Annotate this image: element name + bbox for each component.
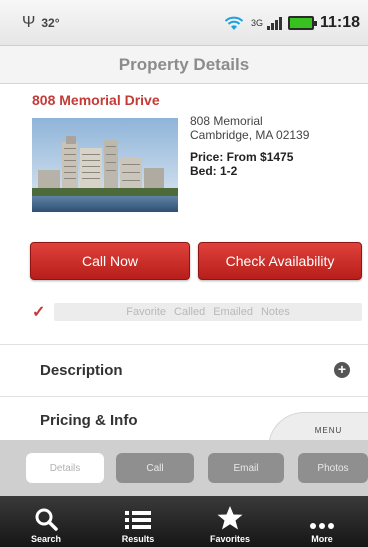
tab-email[interactable]: Email <box>208 453 284 483</box>
star-icon <box>217 506 243 530</box>
tag-emailed[interactable]: Emailed <box>213 306 253 318</box>
nav-label: More <box>311 534 333 544</box>
quick-action-bar: Details Call Email Photos <box>0 440 368 496</box>
battery-icon <box>287 15 317 30</box>
property-info: 808 Memorial Cambridge, MA 02139 Price: … <box>190 114 360 178</box>
tag-notes[interactable]: Notes <box>261 306 290 318</box>
bottom-navigation: Search Results Favorites More <box>0 496 368 547</box>
call-now-button[interactable]: Call Now <box>30 242 190 280</box>
nav-label: Search <box>30 534 62 544</box>
wifi-icon <box>224 16 244 30</box>
section-description[interactable]: Description + <box>0 346 368 394</box>
bed-label: Bed: 1-2 <box>190 164 238 178</box>
clock: 11:18 <box>319 13 360 31</box>
price-label: Price: From $1475 <box>190 150 294 164</box>
expand-plus-icon[interactable]: + <box>334 362 350 378</box>
nav-more[interactable]: More <box>276 496 368 547</box>
checkmark-icon[interactable]: ✓ <box>32 302 54 322</box>
signal-strength-icon <box>266 16 282 30</box>
usb-icon: Ψ <box>22 13 36 31</box>
building-photo-image <box>32 118 178 212</box>
list-icon <box>125 511 151 529</box>
status-tag-row: ✓ Favorite Called Emailed Notes <box>32 302 362 322</box>
tag-called[interactable]: Called <box>174 306 205 318</box>
nav-favorites[interactable]: Favorites <box>184 496 276 547</box>
nav-search[interactable]: Search <box>0 496 92 547</box>
nav-label: Results <box>121 534 155 544</box>
temperature-label: 32° <box>41 15 60 30</box>
property-name[interactable]: 808 Memorial Drive <box>32 92 160 108</box>
more-icon <box>310 523 334 529</box>
page-title: Property Details <box>118 54 250 74</box>
status-bar: Ψ 32° 3G 11:18 <box>0 0 368 46</box>
section-label: Pricing & Info <box>40 411 138 429</box>
nav-results[interactable]: Results <box>92 496 184 547</box>
tab-details[interactable]: Details <box>26 453 104 483</box>
network-type-label: 3G <box>250 17 263 28</box>
tab-call[interactable]: Call <box>116 453 194 483</box>
property-photo[interactable] <box>32 118 178 212</box>
menu-label: MENU <box>314 426 343 435</box>
tab-photos[interactable]: Photos <box>298 453 368 483</box>
address-line-1: 808 Memorial <box>190 114 263 128</box>
section-label: Description <box>40 361 123 379</box>
address-line-2: Cambridge, MA 02139 <box>190 128 310 142</box>
divider <box>0 344 368 345</box>
tag-strip: Favorite Called Emailed Notes <box>54 303 362 321</box>
search-icon <box>35 508 58 531</box>
check-availability-button[interactable]: Check Availability <box>198 242 362 280</box>
nav-label: Favorites <box>209 534 251 544</box>
status-indicators: 3G 11:18 <box>223 14 360 32</box>
page-header: Property Details <box>0 46 368 84</box>
tag-favorite[interactable]: Favorite <box>126 306 166 318</box>
